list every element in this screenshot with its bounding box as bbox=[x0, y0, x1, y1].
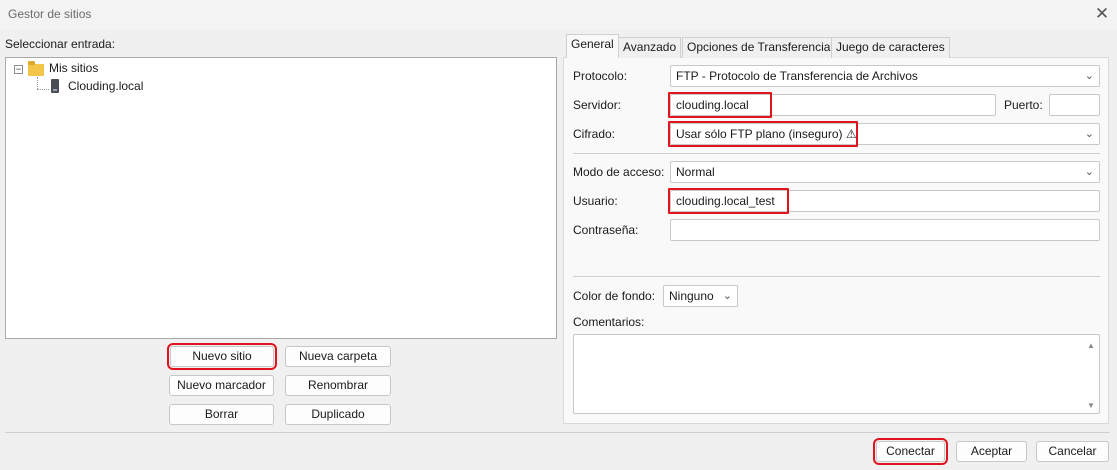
tree-item-clouding-local[interactable]: Clouding.local bbox=[68, 79, 143, 93]
chevron-down-icon: ⌄ bbox=[1084, 128, 1094, 140]
comments-label: Comentarios: bbox=[573, 315, 645, 329]
tab-avanzado[interactable]: Avanzado bbox=[618, 37, 682, 58]
select-entry-label: Seleccionar entrada: bbox=[5, 37, 116, 51]
protocol-select[interactable]: FTP - Protocolo de Transferencia de Arch… bbox=[670, 65, 1100, 87]
tab-general[interactable]: General bbox=[566, 34, 619, 58]
duplicate-button[interactable]: Duplicado bbox=[285, 404, 391, 425]
scroll-up-icon[interactable]: ▲ bbox=[1087, 341, 1095, 350]
access-mode-value: Normal bbox=[676, 165, 715, 179]
bg-color-select[interactable]: Ninguno ⌄ bbox=[663, 285, 738, 307]
separator bbox=[573, 276, 1100, 277]
highlight-box bbox=[668, 121, 858, 147]
chevron-down-icon: ⌄ bbox=[722, 290, 732, 302]
user-label: Usuario: bbox=[573, 194, 618, 208]
site-tree[interactable]: − Mis sitios Clouding.local bbox=[5, 57, 557, 339]
port-label: Puerto: bbox=[1004, 98, 1043, 112]
delete-button[interactable]: Borrar bbox=[169, 404, 274, 425]
footer-separator bbox=[5, 432, 1110, 433]
separator bbox=[573, 153, 1100, 154]
tab-opciones-transferencia[interactable]: Opciones de Transferencia bbox=[682, 37, 836, 58]
chevron-down-icon: ⌄ bbox=[1084, 70, 1094, 82]
server-icon bbox=[51, 79, 59, 93]
new-folder-button[interactable]: Nueva carpeta bbox=[285, 346, 391, 367]
chevron-down-icon: ⌄ bbox=[1084, 166, 1094, 178]
tab-juego-caracteres[interactable]: Juego de caracteres bbox=[831, 37, 950, 58]
bg-color-value: Ninguno bbox=[669, 289, 714, 303]
scroll-down-icon[interactable]: ▼ bbox=[1087, 401, 1095, 410]
tree-item-mis-sitios[interactable]: Mis sitios bbox=[49, 61, 98, 75]
new-site-button[interactable]: Nuevo sitio bbox=[167, 343, 277, 370]
close-icon[interactable]: ✕ bbox=[1090, 3, 1114, 25]
encryption-label: Cifrado: bbox=[573, 127, 616, 141]
accept-button[interactable]: Aceptar bbox=[956, 441, 1027, 462]
access-mode-select[interactable]: Normal ⌄ bbox=[670, 161, 1100, 183]
password-input[interactable] bbox=[670, 219, 1100, 241]
tree-connector bbox=[37, 77, 38, 89]
comments-textarea[interactable] bbox=[573, 334, 1100, 414]
collapse-icon[interactable]: − bbox=[14, 65, 23, 74]
server-label: Servidor: bbox=[573, 98, 622, 112]
rename-button[interactable]: Renombrar bbox=[285, 375, 391, 396]
access-mode-label: Modo de acceso: bbox=[573, 165, 665, 179]
password-label: Contraseña: bbox=[573, 223, 639, 237]
folder-icon bbox=[28, 61, 44, 76]
title-bar bbox=[0, 0, 1117, 30]
protocol-value: FTP - Protocolo de Transferencia de Arch… bbox=[676, 69, 918, 83]
port-input[interactable] bbox=[1049, 94, 1100, 116]
tree-connector bbox=[37, 89, 49, 90]
window-title: Gestor de sitios bbox=[8, 7, 92, 21]
protocol-label: Protocolo: bbox=[573, 69, 628, 83]
highlight-box bbox=[668, 92, 772, 118]
new-bookmark-button[interactable]: Nuevo marcador bbox=[169, 375, 274, 396]
bg-color-label: Color de fondo: bbox=[573, 289, 656, 303]
highlight-box bbox=[668, 188, 789, 214]
connect-button[interactable]: Conectar bbox=[873, 438, 948, 465]
cancel-button[interactable]: Cancelar bbox=[1036, 441, 1109, 462]
